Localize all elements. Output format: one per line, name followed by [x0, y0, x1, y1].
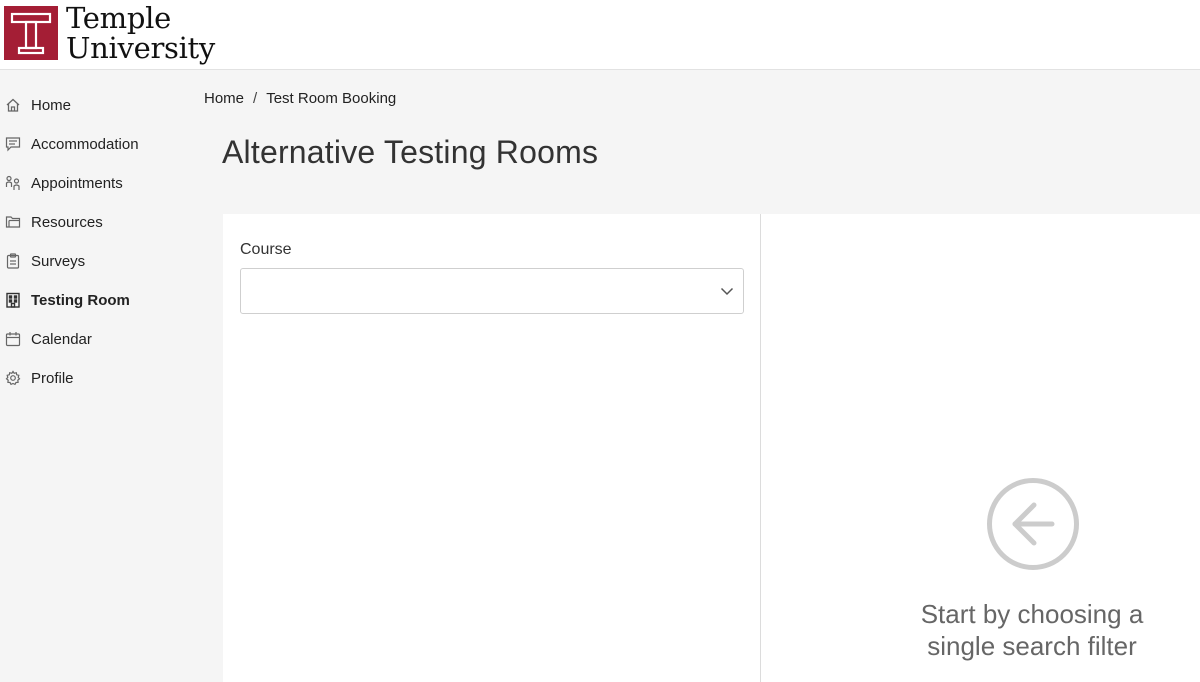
- sidebar-item-profile[interactable]: Profile: [0, 362, 200, 394]
- breadcrumb-home-link[interactable]: Home: [204, 90, 244, 107]
- sidebar-item-label: Testing Room: [31, 291, 130, 309]
- sidebar-item-label: Calendar: [31, 330, 92, 348]
- breadcrumb-current: Test Room Booking: [266, 89, 397, 107]
- people-icon: [4, 174, 22, 192]
- sidebar-item-resources[interactable]: Resources: [0, 206, 200, 238]
- temple-t-logo-icon: [4, 6, 58, 60]
- calendar-icon: [4, 330, 22, 348]
- sidebar-item-label: Profile: [31, 369, 74, 387]
- sidebar-item-appointments[interactable]: Appointments: [0, 167, 200, 199]
- sidebar-nav: Home Accommodation Appointments Resource…: [0, 71, 200, 682]
- sidebar-item-label: Accommodation: [31, 135, 139, 153]
- sidebar-item-surveys[interactable]: Surveys: [0, 245, 200, 277]
- sidebar-item-label: Home: [31, 96, 72, 114]
- top-header: Temple University: [0, 0, 1200, 70]
- breadcrumb: Home / Test Room Booking: [204, 89, 396, 107]
- breadcrumb-separator: /: [253, 89, 258, 107]
- main-panel: Course Start by choosing a single search…: [223, 214, 1200, 682]
- chevron-down-icon: [719, 283, 735, 299]
- filter-panel: Course: [223, 214, 761, 682]
- course-select[interactable]: [240, 268, 744, 314]
- gear-icon: [4, 369, 22, 387]
- sidebar-item-calendar[interactable]: Calendar: [0, 323, 200, 355]
- sidebar-item-accommodation[interactable]: Accommodation: [0, 128, 200, 160]
- logo-line-2: University: [66, 31, 215, 65]
- course-label: Course: [240, 241, 292, 258]
- chat-list-icon: [4, 135, 22, 153]
- arrow-left-circle-icon: [986, 477, 1080, 571]
- home-icon: [4, 96, 22, 114]
- sidebar-item-label: Resources: [31, 213, 103, 231]
- sidebar-item-home[interactable]: Home: [0, 89, 200, 121]
- logo-wordmark: Temple University: [66, 3, 215, 63]
- sidebar-item-testing-room[interactable]: Testing Room: [0, 284, 200, 316]
- results-panel: Start by choosing a single search filter: [762, 214, 1200, 682]
- sidebar-item-label: Surveys: [31, 252, 86, 270]
- page-title: Alternative Testing Rooms: [222, 134, 599, 170]
- sidebar-item-label: Appointments: [31, 174, 123, 192]
- clipboard-icon: [4, 252, 22, 270]
- folder-icon: [4, 213, 22, 231]
- temple-university-logo[interactable]: Temple University: [4, 2, 215, 64]
- building-icon: [4, 291, 22, 309]
- empty-state-message: Start by choosing a single search filter: [920, 599, 1144, 661]
- logo-line-1: Temple: [66, 1, 171, 35]
